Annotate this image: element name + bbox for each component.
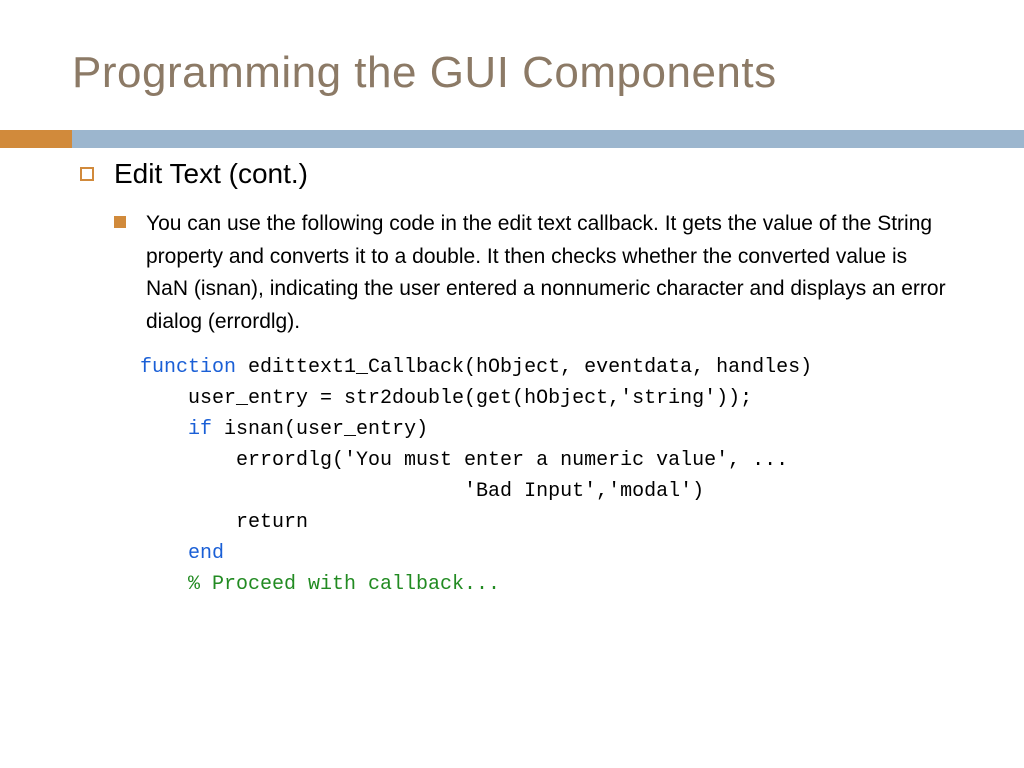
code-line: return <box>140 507 952 538</box>
code-line: end <box>140 538 952 569</box>
code-line: errordlg('You must enter a numeric value… <box>140 445 952 476</box>
accent-stripe-blue <box>72 130 1024 148</box>
keyword-function: function <box>140 356 236 379</box>
code-comment: % Proceed with callback... <box>140 569 952 600</box>
subtitle-text: Edit Text (cont.) <box>114 158 308 190</box>
accent-stripe <box>0 130 1024 148</box>
code-block: function edittext1_Callback(hObject, eve… <box>140 352 952 600</box>
square-bullet-icon <box>80 167 94 181</box>
accent-stripe-orange <box>0 130 72 148</box>
code-line: user_entry = str2double(get(hObject,'str… <box>140 383 952 414</box>
body-paragraph: You can use the following code in the ed… <box>146 208 952 338</box>
code-line: function edittext1_Callback(hObject, eve… <box>140 352 952 383</box>
code-line: if isnan(user_entry) <box>140 414 952 445</box>
slide-title: Programming the GUI Components <box>72 48 952 98</box>
bullet-level2: You can use the following code in the ed… <box>114 208 952 338</box>
square-bullet-filled-icon <box>114 216 126 228</box>
code-line: 'Bad Input','modal') <box>140 476 952 507</box>
slide: Programming the GUI Components Edit Text… <box>0 0 1024 768</box>
keyword-end: end <box>188 542 224 565</box>
bullet-level1: Edit Text (cont.) <box>80 158 952 190</box>
keyword-if: if <box>188 418 212 441</box>
slide-content: Edit Text (cont.) You can use the follow… <box>72 158 952 600</box>
